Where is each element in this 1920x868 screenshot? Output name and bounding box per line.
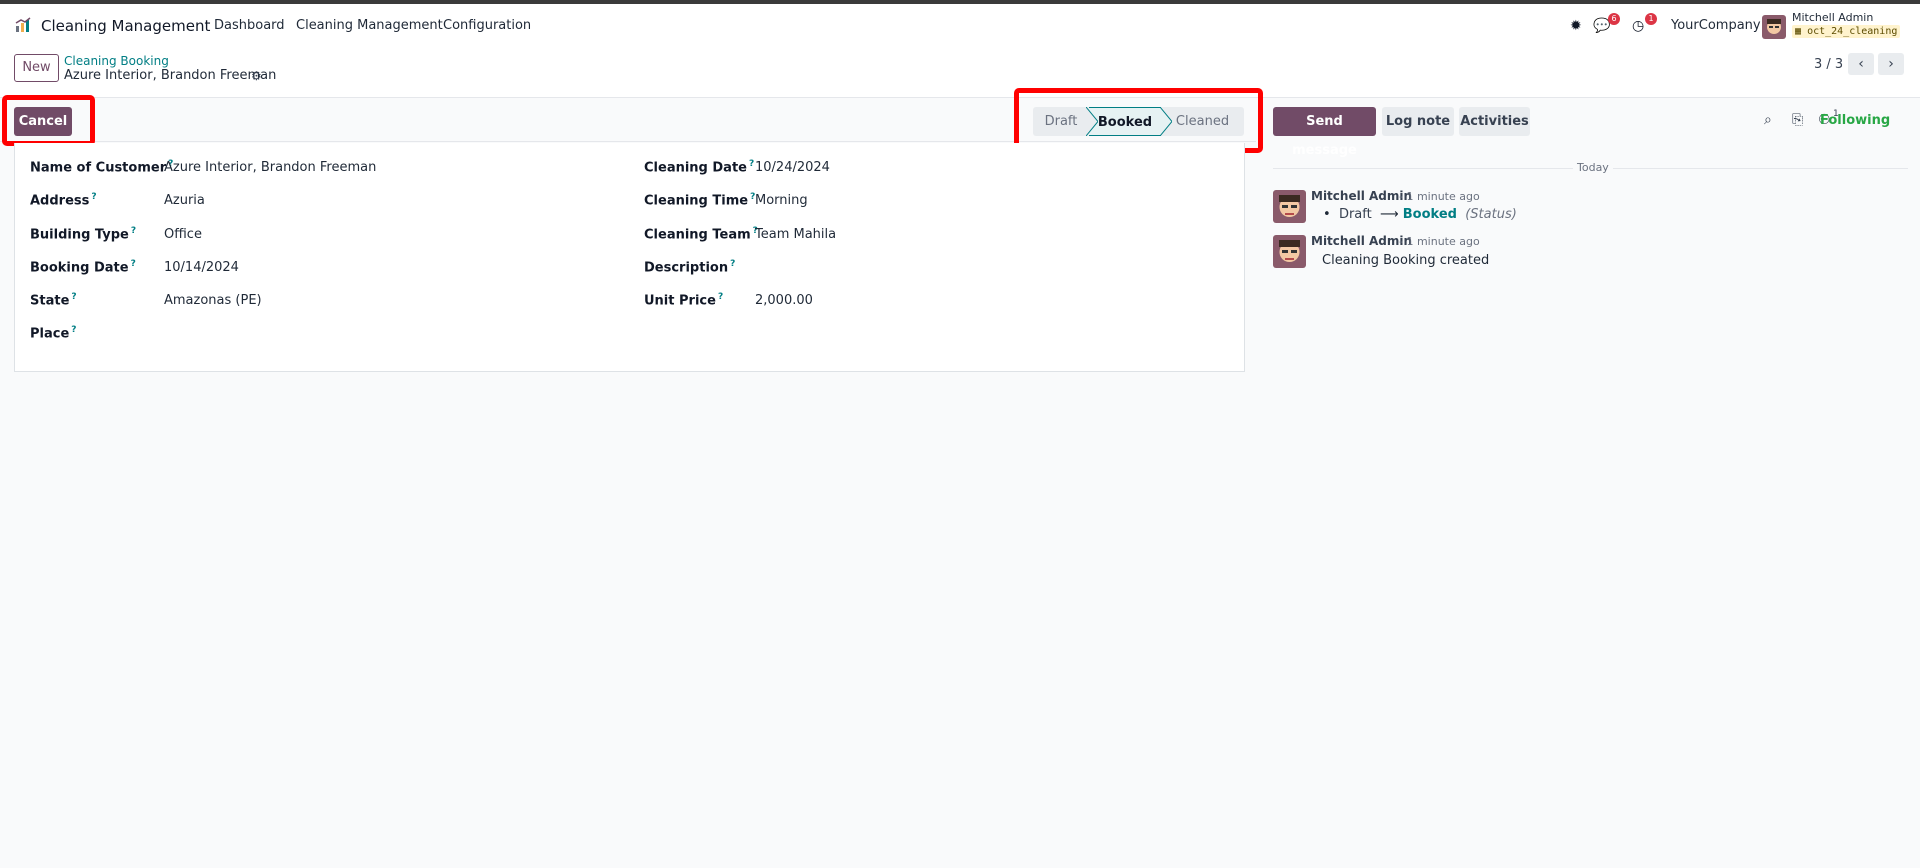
messages-badge: 6 bbox=[1608, 13, 1620, 25]
label-building-type: Building Type? bbox=[30, 226, 137, 243]
activities-badge: 1 bbox=[1645, 13, 1657, 25]
help-icon[interactable]: ? bbox=[131, 259, 136, 269]
value-state[interactable]: Amazonas (PE) bbox=[164, 293, 262, 308]
value-cleaning-time[interactable]: Morning bbox=[755, 193, 808, 208]
company-switcher[interactable]: YourCompany bbox=[1671, 18, 1761, 33]
label-cleaning-time: Cleaning Time? bbox=[644, 192, 756, 209]
label-address: Address? bbox=[30, 192, 97, 209]
bug-icon[interactable]: ✹ bbox=[1570, 18, 1582, 34]
tracking-new-value: Booked bbox=[1402, 207, 1457, 222]
message-author[interactable]: Mitchell Admin bbox=[1311, 189, 1412, 203]
following-button[interactable]: Following bbox=[1820, 113, 1890, 128]
arrow-right-icon: ⟶ bbox=[1379, 207, 1399, 222]
new-button[interactable]: New bbox=[14, 54, 59, 82]
chevron-left-icon: ‹ bbox=[1858, 56, 1864, 72]
activities-button[interactable]: Activities bbox=[1459, 107, 1530, 136]
label-description: Description? bbox=[644, 259, 736, 276]
help-icon[interactable]: ? bbox=[71, 292, 76, 302]
app-name[interactable]: Cleaning Management bbox=[41, 17, 210, 35]
pager-previous-button[interactable]: ‹ bbox=[1848, 53, 1874, 75]
label-cleaning-team: Cleaning Team? bbox=[644, 226, 758, 243]
message-time: - 1 minute ago bbox=[1399, 190, 1480, 203]
label-booking-date: Booking Date? bbox=[30, 259, 136, 276]
help-icon[interactable]: ? bbox=[730, 259, 735, 269]
menu-cleaning-management[interactable]: Cleaning Management bbox=[296, 18, 443, 33]
gear-icon[interactable]: ⚙ bbox=[251, 69, 262, 83]
label-state: State? bbox=[30, 292, 77, 309]
tracking-value: • Draft ⟶ Booked (Status) bbox=[1323, 207, 1517, 222]
label-unit-price: Unit Price? bbox=[644, 292, 724, 309]
value-unit-price[interactable]: 2,000.00 bbox=[755, 293, 813, 308]
help-icon[interactable]: ? bbox=[749, 159, 754, 169]
tracking-old-value: Draft bbox=[1338, 207, 1372, 222]
value-customer[interactable]: Azure Interior, Brandon Freeman bbox=[164, 160, 376, 175]
label-customer: Name of Customer? bbox=[30, 159, 174, 176]
help-icon[interactable]: ? bbox=[71, 325, 76, 335]
clock-icon[interactable]: ◷ bbox=[1632, 18, 1644, 34]
value-cleaning-date[interactable]: 10/24/2024 bbox=[755, 160, 830, 175]
send-message-button[interactable]: Send message bbox=[1273, 107, 1376, 158]
value-booking-date[interactable]: 10/14/2024 bbox=[164, 260, 239, 275]
message-avatar[interactable] bbox=[1273, 190, 1306, 223]
user-avatar[interactable] bbox=[1762, 15, 1786, 39]
app-menu-icon[interactable] bbox=[15, 17, 31, 33]
tracking-field-name: (Status) bbox=[1465, 207, 1517, 222]
bullet: • bbox=[1323, 207, 1331, 222]
value-address[interactable]: Azuria bbox=[164, 193, 205, 208]
log-note-button[interactable]: Log note bbox=[1382, 107, 1454, 136]
breadcrumb-parent[interactable]: Cleaning Booking bbox=[64, 54, 169, 68]
control-panel: New Cleaning Booking Azure Interior, Bra… bbox=[0, 48, 1920, 98]
database-icon: ▦ bbox=[1795, 26, 1802, 37]
label-cleaning-date: Cleaning Date? bbox=[644, 159, 755, 176]
pager-next-button[interactable]: › bbox=[1878, 53, 1904, 75]
menu-configuration[interactable]: Configuration bbox=[443, 18, 531, 33]
breadcrumb-current: Azure Interior, Brandon Freeman bbox=[64, 68, 277, 83]
message-time: - 1 minute ago bbox=[1399, 235, 1480, 248]
main-navbar: Cleaning Management Dashboard Cleaning M… bbox=[0, 4, 1920, 48]
chevron-right-icon: › bbox=[1888, 56, 1894, 72]
user-name[interactable]: Mitchell Admin bbox=[1792, 11, 1873, 24]
pager-value[interactable]: 3 / 3 bbox=[1814, 57, 1843, 72]
help-icon[interactable]: ? bbox=[91, 192, 96, 202]
database-badge: ▦ oct_24_cleaning bbox=[1792, 25, 1901, 38]
paperclip-icon[interactable]: ⎘ bbox=[1792, 112, 1803, 128]
highlight-cancel bbox=[2, 95, 95, 146]
search-icon[interactable]: ⌕ bbox=[1764, 112, 1772, 128]
label-place: Place? bbox=[30, 325, 77, 342]
value-building-type[interactable]: Office bbox=[164, 227, 202, 242]
message-avatar[interactable] bbox=[1273, 235, 1306, 268]
date-separator-label: Today bbox=[1573, 161, 1613, 174]
menu-dashboard[interactable]: Dashboard bbox=[214, 18, 285, 33]
value-cleaning-team[interactable]: Team Mahila bbox=[755, 227, 836, 242]
help-icon[interactable]: ? bbox=[718, 292, 723, 302]
database-name: oct_24_cleaning bbox=[1807, 26, 1898, 37]
message-body: Cleaning Booking created bbox=[1322, 253, 1490, 268]
message-author[interactable]: Mitchell Admin bbox=[1311, 234, 1412, 248]
help-icon[interactable]: ? bbox=[131, 226, 136, 236]
form-sheet: Name of Customer? Azure Interior, Brando… bbox=[14, 143, 1245, 372]
